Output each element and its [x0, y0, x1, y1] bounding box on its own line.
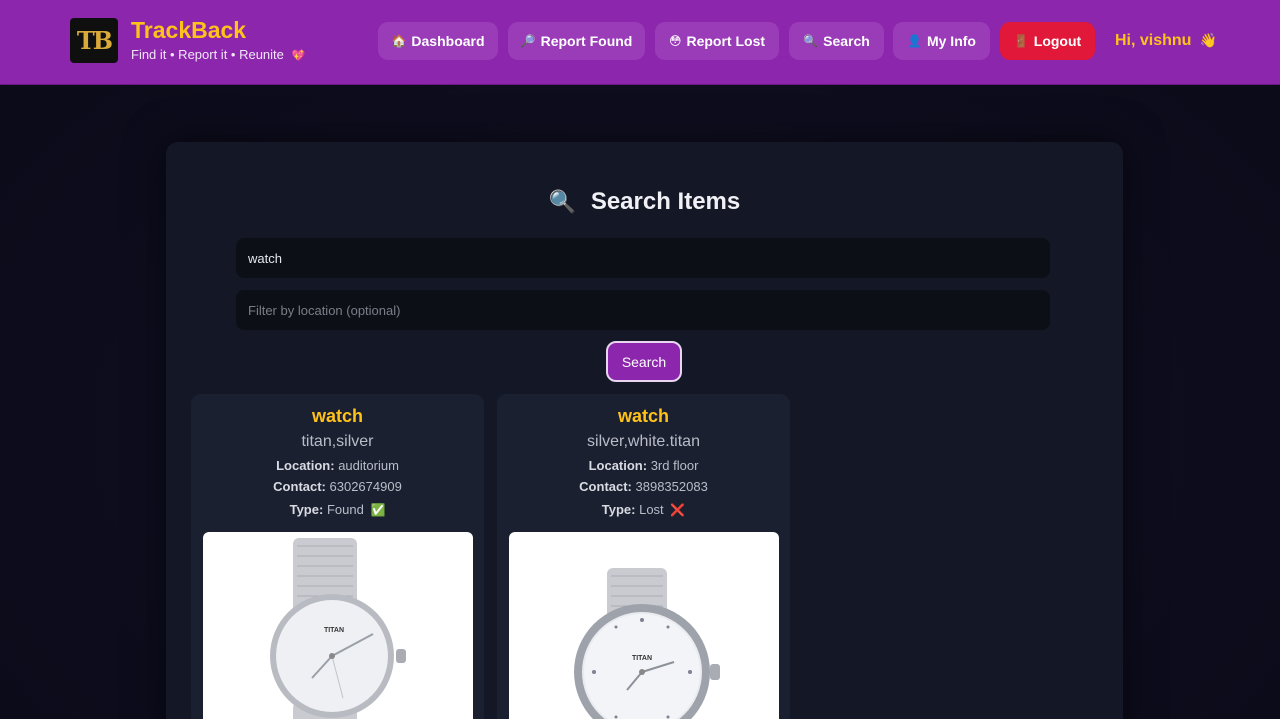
search-icon: 🔍 [803, 34, 819, 48]
nav-label: Report Lost [686, 33, 766, 49]
page-title-text: Search Items [590, 188, 741, 215]
nav-report-lost-button[interactable]: 😳 Report Lost [655, 22, 779, 60]
item-photo: TITAN [509, 532, 779, 719]
contact-label: Contact: [273, 479, 326, 494]
logout-button[interactable]: 🚪 Logout [1000, 22, 1095, 60]
location-value: 3rd floor [650, 458, 699, 473]
waving-hand-icon: 👋 [1199, 32, 1218, 48]
type-label: Type: [601, 502, 636, 517]
contact-value: 6302674909 [329, 479, 402, 494]
item-contact: Contact: 3898352083 [497, 479, 790, 494]
nav-report-found-button[interactable]: 🔎 Report Found [508, 22, 645, 60]
watch-image: TITAN [270, 538, 406, 719]
brand-title: TrackBack [131, 17, 247, 43]
watch-brand-label: TITAN [324, 627, 344, 634]
heart-icon: 💖 [291, 50, 306, 62]
type-label: Type: [289, 502, 324, 517]
cross-icon: ❌ [670, 503, 686, 517]
type-value: Lost [639, 502, 664, 517]
item-description: titan,silver [301, 433, 374, 450]
navbar: TB TrackBack Find it • Report it • Reuni… [0, 0, 1280, 85]
check-icon: ✅ [370, 503, 386, 517]
greeting-text: Hi, vishnu [1115, 32, 1192, 49]
house-icon: 🏠 [391, 34, 407, 48]
location-value: auditorium [338, 458, 399, 473]
contact-label: Contact: [579, 479, 632, 494]
magnifier-icon: 🔎 [520, 34, 536, 48]
location-filter-input[interactable] [236, 290, 1050, 330]
nav-dashboard-button[interactable]: 🏠 Dashboard [378, 22, 498, 60]
nav-my-info-button[interactable]: 👤 My Info [893, 22, 990, 60]
nav-label: Dashboard [411, 33, 485, 49]
logo-text: TB [76, 26, 113, 55]
item-location: Location: auditorium [191, 458, 484, 473]
nav-search-button[interactable]: 🔍 Search [789, 22, 884, 60]
search-icon: 🔍 [548, 189, 577, 214]
result-card[interactable]: watch titan,silver Location: auditorium … [191, 394, 484, 719]
item-title: watch [617, 406, 669, 426]
item-type: Type: Found ✅ [191, 502, 484, 517]
watch-image: TITAN [574, 568, 720, 719]
contact-value: 3898352083 [635, 479, 708, 494]
flushed-face-icon: 😳 [668, 34, 682, 48]
brand-tagline: Find it • Report it • Reunite 💖 [131, 47, 305, 62]
search-input[interactable] [236, 238, 1050, 278]
location-label: Location: [276, 458, 335, 473]
result-card[interactable]: watch silver,white.titan Location: 3rd f… [497, 394, 790, 719]
item-title: watch [311, 406, 363, 426]
nav-label: My Info [926, 33, 976, 49]
logo[interactable]: TB [70, 18, 118, 63]
user-icon: 👤 [907, 34, 922, 48]
nav-label: Report Found [540, 33, 633, 49]
item-photo: TITAN [203, 532, 473, 719]
user-greeting: Hi, vishnu 👋 [1115, 32, 1217, 50]
item-description: silver,white.titan [587, 433, 700, 450]
door-icon: 🚪 [1013, 34, 1029, 48]
search-button[interactable]: Search [606, 341, 682, 382]
location-label: Location: [588, 458, 648, 473]
watch-brand-label: TITAN [632, 655, 652, 662]
tagline-text: Find it • Report it • Reunite [131, 47, 284, 62]
item-location: Location: 3rd floor [497, 458, 790, 473]
page-title: 🔍 Search Items [166, 188, 1123, 216]
nav-label: Logout [1033, 33, 1082, 49]
nav-label: Search [823, 33, 870, 49]
item-type: Type: Lost ❌ [497, 502, 790, 517]
item-contact: Contact: 6302674909 [191, 479, 484, 494]
type-value: Found [326, 502, 364, 517]
